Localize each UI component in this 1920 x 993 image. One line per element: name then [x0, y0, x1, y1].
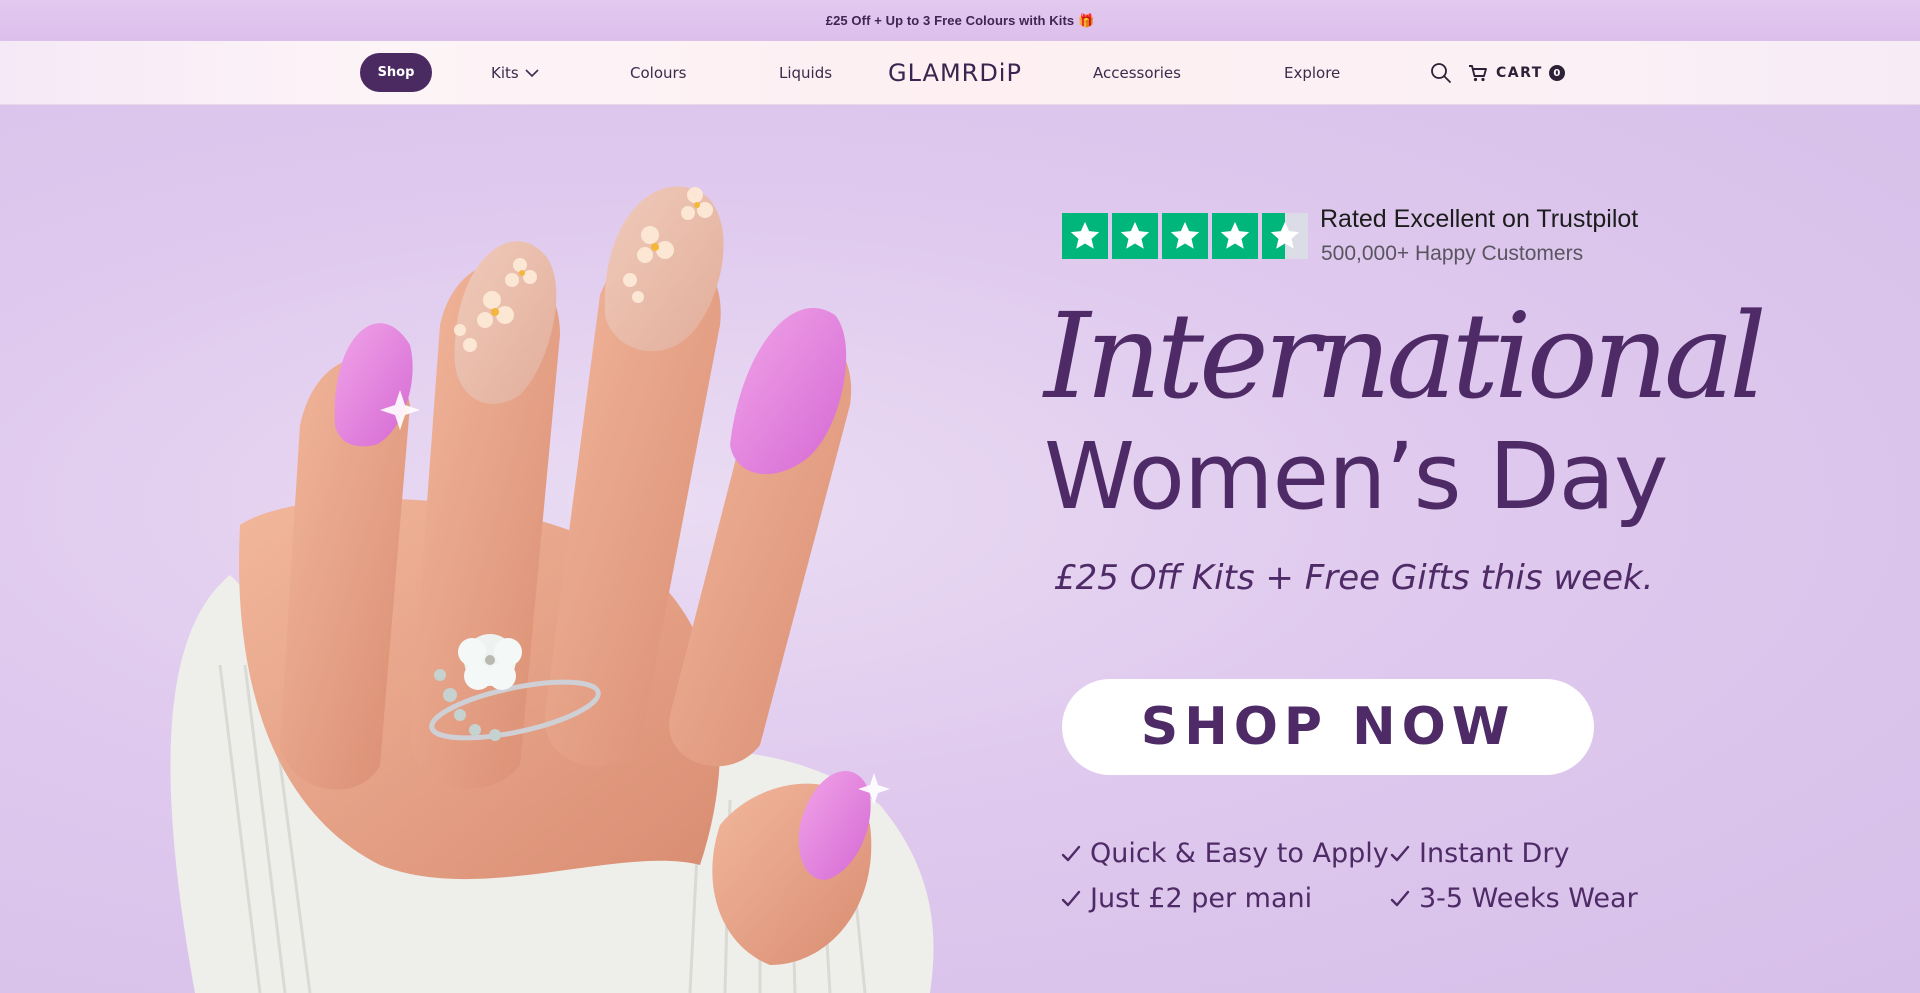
hero-hand-image [170, 186, 934, 993]
hero-banner: Rated Excellent on Trustpilot 500,000+ H… [0, 105, 1920, 993]
feature-label: 3-5 Weeks Wear [1419, 883, 1638, 914]
feature-item: Quick & Easy to Apply [1060, 838, 1389, 869]
nav-explore[interactable]: Explore [1284, 41, 1340, 105]
nav-accessories[interactable]: Accessories [1093, 41, 1181, 105]
check-icon [1390, 845, 1410, 861]
nav-liquids[interactable]: Liquids [779, 41, 832, 105]
check-icon [1390, 890, 1410, 906]
nav-kits-label: Kits [491, 64, 519, 82]
announcement-text: £25 Off + Up to 3 Free Colours with Kits… [825, 12, 1095, 28]
nav-shop-button[interactable]: Shop [360, 53, 432, 92]
trustpilot-title: Rated Excellent on Trustpilot [1320, 205, 1639, 233]
check-icon [1061, 845, 1081, 861]
main-nav: Shop Kits Colours Liquids GLAMRDiP Acces… [0, 41, 1920, 105]
shop-now-button[interactable]: SHOP NOW [1062, 679, 1594, 775]
feature-item: 3-5 Weeks Wear [1389, 883, 1638, 914]
announcement-bar: £25 Off + Up to 3 Free Colours with Kits… [0, 0, 1920, 41]
trustpilot-stars [1062, 213, 1308, 259]
nav-kits[interactable]: Kits [491, 41, 539, 105]
hero-headline-script: International [1044, 287, 1767, 425]
cart-count-badge: 0 [1548, 65, 1565, 81]
search-button[interactable] [1430, 41, 1452, 105]
star-icon [1112, 213, 1158, 259]
hero-headline-main: Women’s Day [1044, 423, 1668, 530]
star-icon [1212, 213, 1258, 259]
cart-label: CART [1496, 65, 1543, 81]
nav-colours[interactable]: Colours [630, 41, 686, 105]
star-icon [1062, 213, 1108, 259]
trustpilot-subtitle: 500,000+ Happy Customers [1321, 242, 1584, 265]
search-icon [1431, 63, 1451, 83]
feature-label: Instant Dry [1419, 838, 1570, 869]
feature-item: Just £2 per mani [1060, 883, 1312, 914]
check-icon [1061, 890, 1081, 906]
star-icon [1162, 213, 1208, 259]
hero-subheading: £25 Off Kits + Free Gifts this week. [1054, 558, 1654, 598]
feature-label: Quick & Easy to Apply [1090, 838, 1389, 869]
brand-logo[interactable]: GLAMRDiP [888, 41, 1022, 105]
feature-label: Just £2 per mani [1090, 883, 1313, 914]
chevron-down-icon [525, 69, 539, 78]
half-star-icon [1262, 213, 1308, 259]
cart-button[interactable]: CART 0 [1468, 41, 1565, 105]
feature-item: Instant Dry [1389, 838, 1569, 869]
cart-icon [1469, 65, 1487, 82]
